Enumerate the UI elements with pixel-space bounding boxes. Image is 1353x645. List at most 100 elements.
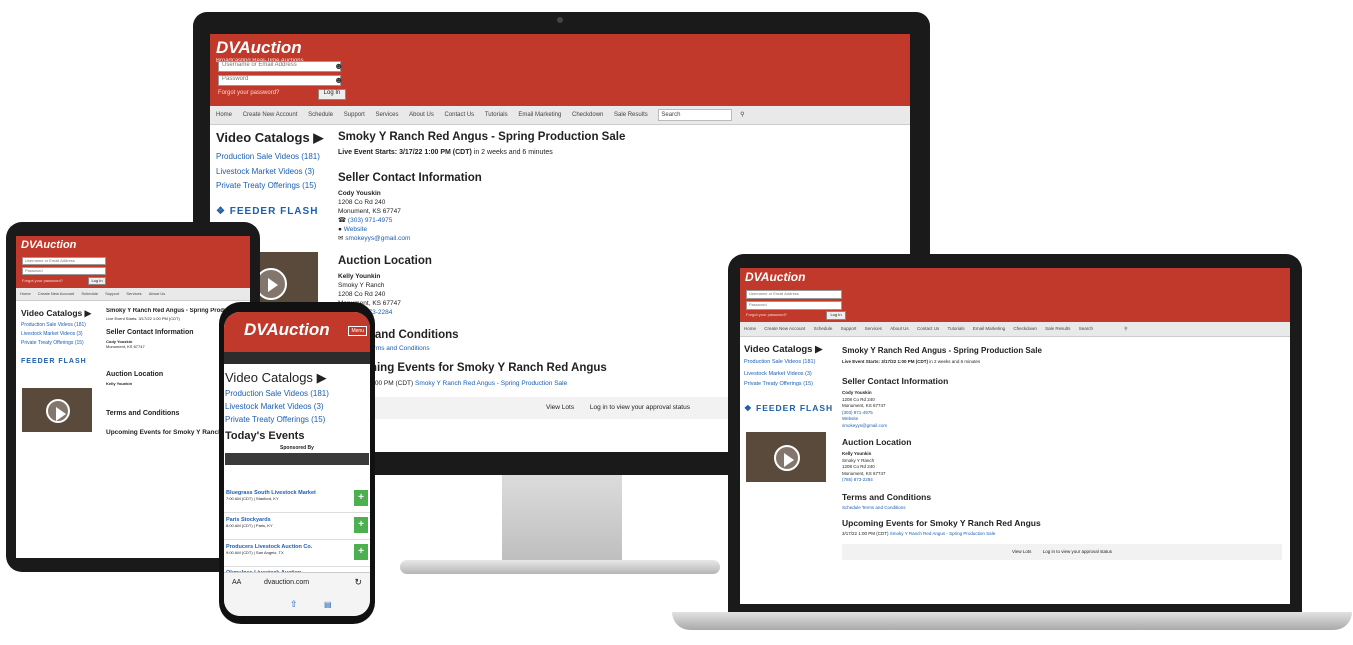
nav-tutorials[interactable]: Tutorials: [485, 106, 508, 124]
nav-contact[interactable]: Contact Us: [445, 106, 475, 124]
laptop-password-input[interactable]: Password: [746, 301, 842, 310]
phone-link-livestock[interactable]: Livestock Market Videos (3): [225, 402, 369, 411]
nav-support[interactable]: Support: [344, 106, 365, 124]
phone-sponsor-banner[interactable]: [225, 453, 369, 465]
laptop-seller-email[interactable]: smokeyys@gmail.com: [842, 423, 887, 428]
sidebar-link-production[interactable]: Production Sale Videos (181): [216, 152, 331, 162]
tablet-logo[interactable]: DVAuction: [21, 239, 76, 251]
laptop-link-private[interactable]: Private Treaty Offerings (15): [744, 381, 836, 387]
feeder-flash-logo[interactable]: ❖ FEEDER FLASH: [216, 206, 331, 217]
laptop-link-livestock[interactable]: Livestock Market Videos (3): [744, 371, 836, 377]
nav-about[interactable]: About Us: [409, 106, 434, 124]
laptop-live-event-countdown: in 2 weeks and 6 minutes: [929, 359, 981, 364]
tablet-forgot-link[interactable]: Forgot your password?: [22, 278, 63, 283]
forgot-password-link[interactable]: Forgot your password?: [218, 90, 279, 96]
sidebar-link-livestock[interactable]: Livestock Market Videos (3): [216, 167, 331, 176]
laptop-nav-about[interactable]: About Us: [890, 322, 909, 336]
tablet-sidebar: Video Catalogs ▶ Production Sale Videos …: [21, 308, 99, 365]
seller-website-link[interactable]: Website: [344, 226, 367, 233]
laptop-nav-sale-results[interactable]: Sale Results: [1045, 322, 1070, 336]
laptop-nav-search[interactable]: Search: [1079, 322, 1093, 336]
laptop-link-production[interactable]: Production Sale Videos (181): [744, 359, 836, 365]
phone-link-private[interactable]: Private Treaty Offerings (15): [225, 415, 369, 424]
nav-create-account[interactable]: Create New Account: [243, 106, 298, 124]
tablet-password-input[interactable]: Password: [22, 267, 106, 275]
login-button[interactable]: Log In: [318, 89, 346, 100]
laptop-location-phone[interactable]: (785) 873-2284: [842, 477, 873, 482]
tablet-username-input[interactable]: Username or Email Address: [22, 257, 106, 265]
phone-menu-button[interactable]: Menu: [348, 326, 367, 336]
phone-event-name[interactable]: Bluegrass South Livestock Market: [224, 486, 370, 496]
search-icon[interactable]: ⚲: [1124, 322, 1127, 336]
laptop-nav-support[interactable]: Support: [841, 322, 857, 336]
share-icon[interactable]: ⇧: [290, 599, 298, 610]
phone-link-production[interactable]: Production Sale Videos (181): [225, 389, 369, 398]
nav-sale-results[interactable]: Sale Results: [614, 106, 648, 124]
laptop-nav-contact[interactable]: Contact Us: [917, 322, 939, 336]
phone-event-row[interactable]: Bluegrass South Livestock Market 7:00 AM…: [224, 486, 370, 513]
nav-home[interactable]: Home: [216, 106, 232, 124]
search-icon[interactable]: ⚲: [740, 106, 744, 124]
laptop-nav-email[interactable]: Email Marketing: [973, 322, 1005, 336]
view-lots-link[interactable]: View Lots: [546, 404, 574, 411]
laptop-terms-heading: Terms and Conditions: [842, 491, 932, 502]
laptop-nav-schedule[interactable]: Schedule: [814, 322, 833, 336]
tablet-link-production[interactable]: Production Sale Videos (181): [21, 322, 99, 328]
laptop-view-lots[interactable]: View Lots: [1012, 549, 1031, 554]
laptop-terms-link[interactable]: Schedule Terms and Conditions: [842, 505, 1282, 510]
password-input[interactable]: Password: [218, 75, 341, 86]
tablet-nav-about[interactable]: About Us: [149, 288, 165, 300]
reload-icon[interactable]: ↻: [354, 577, 362, 588]
bookmarks-icon[interactable]: ▤: [324, 600, 332, 609]
laptop-play-icon[interactable]: [774, 445, 800, 471]
nav-services[interactable]: Services: [375, 106, 398, 124]
tablet-nav-schedule[interactable]: Schedule: [81, 288, 98, 300]
laptop-nav-tutorials[interactable]: Tutorials: [947, 322, 964, 336]
phone-logo[interactable]: DVAuction: [244, 320, 330, 340]
seller-phone-link[interactable]: (303) 971-4975: [348, 217, 392, 224]
laptop-login-button[interactable]: Log In: [826, 311, 846, 320]
tablet-nav-create[interactable]: Create New Account: [38, 288, 74, 300]
phone-event-name[interactable]: Paris Stockyards: [224, 513, 370, 523]
phone-event-row[interactable]: Producers Livestock Auction Co. 9:00 AM …: [224, 540, 370, 567]
laptop-nav-checkdown[interactable]: Checkdown: [1013, 322, 1037, 336]
tablet-play-icon[interactable]: [46, 399, 70, 423]
sidebar-link-private-treaty[interactable]: Private Treaty Offerings (15): [216, 181, 331, 190]
phone-text-size-button[interactable]: AA: [232, 579, 241, 586]
laptop-feeder-logo[interactable]: ❖ FEEDER FLASH: [744, 403, 836, 414]
tablet-nav-home[interactable]: Home: [20, 288, 31, 300]
nav-checkdown[interactable]: Checkdown: [572, 106, 603, 124]
laptop-forgot-link[interactable]: Forgot your password?: [746, 312, 787, 317]
laptop-logo[interactable]: DVAuction: [745, 270, 805, 284]
laptop-seller-website[interactable]: Website: [842, 416, 858, 421]
laptop-username-input[interactable]: Username or Email Address: [746, 290, 842, 299]
username-input[interactable]: Username or Email Address: [218, 61, 341, 72]
nav-email-marketing[interactable]: Email Marketing: [518, 106, 561, 124]
tablet-login-button[interactable]: Log In: [88, 277, 106, 285]
phone-sponsored-by: Sponsored By: [280, 445, 314, 451]
laptop-video-thumbnail[interactable]: [746, 432, 826, 482]
phone-event-row[interactable]: Paris Stockyards 8:00 AM (CDT) | Paris, …: [224, 513, 370, 540]
nav-search-input[interactable]: Search: [658, 109, 733, 121]
tablet-feeder-logo[interactable]: FEEDER FLASH: [21, 358, 99, 365]
laptop-seller-phone[interactable]: (303) 971-4975: [842, 410, 873, 415]
phone-url-bar[interactable]: dvauction.com: [264, 579, 309, 586]
tablet-link-livestock[interactable]: Livestock Market Videos (3): [21, 331, 99, 337]
seller-email-link[interactable]: smokeyys@gmail.com: [345, 235, 410, 242]
tablet-link-private[interactable]: Private Treaty Offerings (15): [21, 340, 99, 346]
nav-schedule[interactable]: Schedule: [308, 106, 333, 124]
phone-event-add-button[interactable]: +: [354, 490, 368, 506]
tablet-nav-services[interactable]: Services: [126, 288, 141, 300]
laptop-nav-home[interactable]: Home: [744, 322, 756, 336]
phone-event-name[interactable]: Producers Livestock Auction Co.: [224, 540, 370, 550]
phone-event-add-button[interactable]: +: [354, 517, 368, 533]
laptop-nav-services[interactable]: Services: [865, 322, 882, 336]
phone-banner[interactable]: [224, 352, 370, 364]
upcoming-link[interactable]: Smoky Y Ranch Red Angus - Spring Product…: [415, 380, 567, 387]
phone-event-add-button[interactable]: +: [354, 544, 368, 560]
tablet-nav-support[interactable]: Support: [105, 288, 119, 300]
tablet-video-thumbnail[interactable]: [22, 388, 92, 432]
laptop-nav-create[interactable]: Create New Account: [764, 322, 805, 336]
laptop-upcoming-link[interactable]: Smoky Y Ranch Red Angus - Spring Product…: [890, 531, 995, 536]
location-name: Kelly Younkin: [338, 273, 381, 280]
